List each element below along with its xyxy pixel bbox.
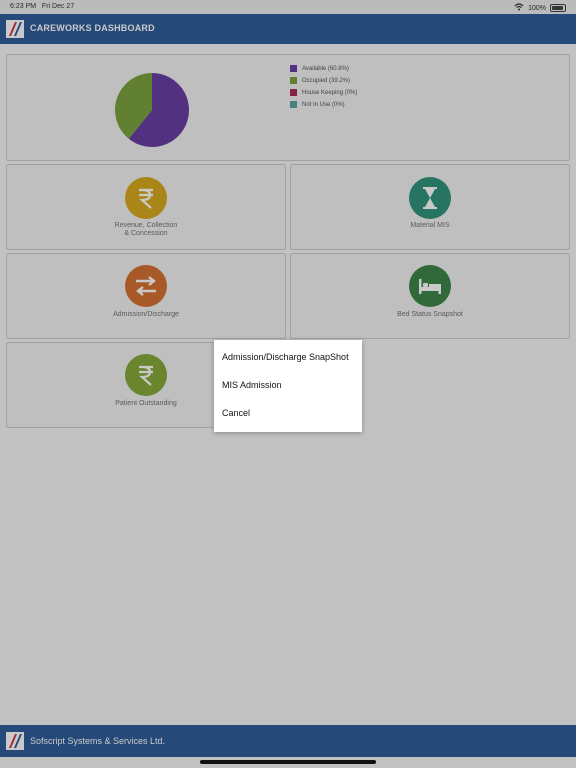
menu-item-mis-admission[interactable]: MIS Admission <box>222 380 282 390</box>
home-indicator[interactable] <box>200 760 376 764</box>
menu-item-admission-discharge-snapshot[interactable]: Admission/Discharge SnapShot <box>222 352 349 362</box>
action-menu: Admission/Discharge SnapShot MIS Admissi… <box>214 340 362 432</box>
menu-item-cancel[interactable]: Cancel <box>222 408 250 418</box>
